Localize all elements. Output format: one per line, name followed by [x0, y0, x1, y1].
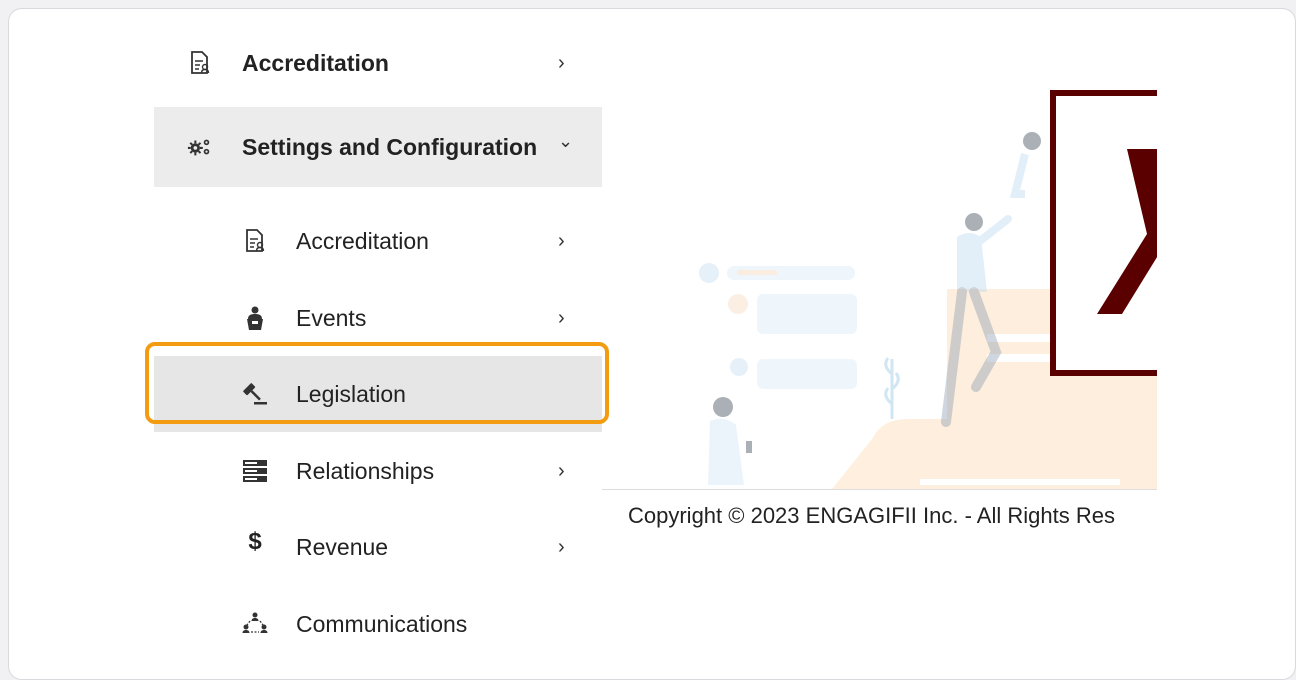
sidebar-item-label: Legislation: [296, 380, 406, 407]
network-people-icon: [242, 611, 268, 637]
copyright-text: Copyright © 2023 ENGAGIFII Inc. - All Ri…: [628, 503, 1115, 528]
document-user-icon: [187, 50, 213, 76]
sidebar-item-settings[interactable]: Settings and Configuration ⌄: [154, 107, 611, 187]
sidebar-item-accreditation[interactable]: Accreditation ›: [154, 25, 611, 101]
chevron-right-icon: ›: [558, 306, 565, 329]
sidebar-subitem-communications[interactable]: Communications: [154, 586, 611, 662]
sidebar-item-label: Relationships: [296, 457, 435, 484]
dollar-icon: $: [248, 528, 262, 555]
sidebar-subitem-revenue[interactable]: $ Revenue ›: [154, 509, 611, 585]
sidebar-item-label: Accreditation: [242, 49, 389, 76]
app-frame: Accreditation › Settings and Configurati…: [8, 8, 1296, 680]
sidebar-subitem-legislation[interactable]: Legislation: [154, 356, 611, 432]
sidebar-subitem-events[interactable]: Events ›: [154, 280, 611, 356]
hero-illustration: [602, 9, 1157, 489]
brand-logo: [1050, 90, 1157, 376]
chevron-right-icon: ›: [558, 459, 565, 482]
chevron-right-icon: ›: [558, 229, 565, 252]
sidebar-item-label: Accreditation: [296, 227, 429, 254]
content-divider: [602, 489, 1157, 490]
speaker-podium-icon: [242, 305, 268, 331]
sidebar-item-label: Communications: [296, 610, 468, 637]
sidebar-subitem-accreditation[interactable]: Accreditation ›: [154, 203, 611, 279]
sidebar-item-label: Events: [296, 304, 367, 331]
gears-icon: [187, 134, 213, 160]
document-user-icon: [242, 228, 268, 254]
sidebar-item-label: Settings and Configuration: [242, 133, 538, 160]
chevron-right-icon: ›: [558, 51, 565, 74]
sidebar-item-label: Revenue: [296, 533, 389, 560]
gavel-icon: [242, 381, 268, 407]
server-stack-icon: [242, 458, 268, 484]
sidebar-subitem-relationships[interactable]: Relationships ›: [154, 433, 611, 509]
chevron-right-icon: ›: [558, 535, 565, 558]
chevron-down-icon: ⌄: [558, 131, 574, 151]
